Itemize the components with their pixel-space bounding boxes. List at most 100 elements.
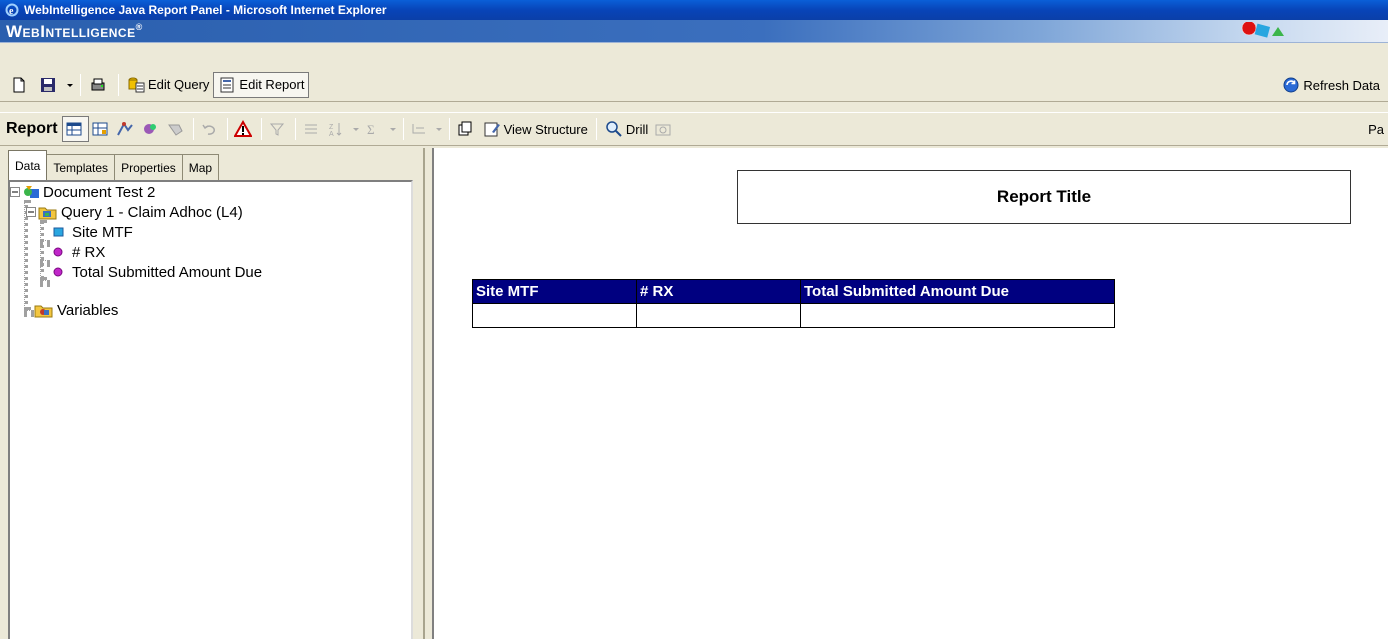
format-tool-button[interactable] (139, 116, 164, 142)
chart-tool-button[interactable] (114, 116, 139, 142)
variables-folder-icon (34, 305, 53, 318)
tree-label-object: Site MTF (72, 223, 133, 241)
toolbar-separator (118, 73, 119, 96)
table-tool-icon (66, 122, 82, 136)
undo-button[interactable] (198, 116, 223, 142)
tree-label-object: # RX (72, 243, 106, 261)
edit-report-button[interactable]: Edit Report (213, 71, 310, 98)
measure-icon (53, 267, 63, 277)
tree-label-object: Total Submitted Amount Due (72, 263, 263, 281)
measure-icon (53, 247, 63, 257)
tree-line (24, 310, 34, 314)
window-titlebar: e WebIntelligence Java Report Panel - Mi… (0, 0, 1388, 20)
crosstab-tool-icon (92, 122, 108, 136)
tree-item-site-mtf[interactable]: Site MTF (52, 222, 133, 242)
table-cell[interactable] (472, 303, 637, 328)
sort-button[interactable]: ZA (325, 116, 350, 142)
save-button[interactable] (35, 72, 64, 98)
table-row (472, 303, 1115, 328)
tab-properties[interactable]: Properties (114, 154, 183, 180)
query-folder-icon (38, 207, 57, 220)
tree-item-document[interactable]: Document Test 2 (10, 182, 155, 202)
report-title-cell[interactable]: Report Title (737, 170, 1351, 224)
chevron-down-icon (389, 128, 396, 131)
save-dropdown-button[interactable] (64, 72, 76, 98)
undo-icon (201, 124, 215, 135)
tab-map[interactable]: Map (181, 154, 220, 180)
save-icon (41, 77, 55, 92)
collapse-icon[interactable] (26, 207, 36, 217)
tree-item-variables[interactable]: Variables (34, 300, 118, 320)
report-title: Report Title (996, 187, 1092, 206)
print-button[interactable] (85, 72, 114, 98)
sum-dropdown-button[interactable] (387, 116, 399, 142)
tree-line (40, 240, 50, 244)
duplicate-icon (458, 121, 472, 136)
collapse-icon[interactable] (10, 187, 20, 197)
new-document-button[interactable] (6, 72, 35, 98)
insert-column-button[interactable] (408, 116, 433, 142)
left-panel-tabs: Data Templates Properties Map (8, 150, 220, 180)
page-label: Pa (1368, 122, 1384, 137)
refresh-data-button[interactable]: Refresh Data (1282, 72, 1380, 98)
filter-icon (269, 123, 284, 136)
svg-text:e: e (9, 6, 14, 17)
toolbar-separator (595, 118, 597, 140)
break-button[interactable] (300, 116, 325, 142)
view-structure-button[interactable]: View Structure (479, 116, 592, 142)
sum-button[interactable]: Σ (362, 116, 387, 142)
tab-templates[interactable]: Templates (46, 154, 116, 180)
drill-button[interactable]: Drill (601, 116, 652, 142)
refresh-icon (1283, 77, 1299, 93)
chevron-down-icon (435, 128, 442, 131)
tree-item-rx[interactable]: # RX (52, 242, 105, 262)
brand-logo: WebIntelligence® (6, 22, 143, 41)
dimension-icon (53, 227, 64, 237)
duplicate-button[interactable] (454, 116, 479, 142)
tree-line (40, 260, 50, 264)
snapshot-button[interactable] (652, 116, 677, 142)
document-icon (24, 186, 39, 198)
toolbar-separator (294, 118, 296, 140)
sort-icon: ZA (329, 123, 341, 138)
report-table[interactable]: Site MTF # RX Total Submitted Amount Due (472, 279, 1115, 328)
toolbar-gap (0, 103, 1388, 112)
insert-column-icon (412, 124, 425, 134)
toolbar-separator (448, 118, 450, 140)
warning-icon (233, 120, 252, 137)
table-tool-button[interactable] (61, 116, 89, 142)
svg-text:Σ: Σ (367, 122, 375, 137)
filter-button[interactable] (266, 116, 291, 142)
edit-report-icon (220, 77, 234, 92)
window-title: WebIntelligence Java Report Panel - Micr… (24, 3, 387, 17)
internet-explorer-icon: e (4, 2, 20, 18)
tree-item-query[interactable]: Query 1 - Claim Adhoc (L4) (26, 202, 243, 222)
svg-text:A: A (329, 131, 334, 138)
tree-item-total-submitted[interactable]: Total Submitted Amount Due (52, 262, 262, 282)
column-header[interactable]: Total Submitted Amount Due (800, 279, 1115, 304)
insert-dropdown-button[interactable] (433, 116, 445, 142)
ranking-tool-button[interactable] (164, 116, 189, 142)
edit-query-icon (128, 77, 145, 92)
table-cell[interactable] (636, 303, 801, 328)
toolbar-separator (80, 73, 81, 96)
left-panel: Data Templates Properties Map Document T… (0, 148, 425, 639)
ranking-tool-icon (167, 124, 183, 136)
data-tree: Document Test 2 Query 1 - Claim Adhoc (L… (8, 180, 413, 639)
table-cell[interactable] (800, 303, 1115, 328)
sum-icon: Σ (367, 122, 375, 137)
sort-dropdown-button[interactable] (350, 116, 362, 142)
svg-text:Z: Z (329, 124, 334, 131)
crosstab-tool-button[interactable] (89, 116, 114, 142)
refresh-data-label: Refresh Data (1303, 77, 1380, 93)
report-toolbar-label: Report (6, 120, 58, 137)
main-toolbar: Edit Query Edit Report Refresh Data (0, 68, 1388, 102)
table-header-row: Site MTF # RX Total Submitted Amount Due (472, 279, 1115, 304)
column-header[interactable]: Site MTF (472, 279, 637, 304)
edit-query-button[interactable]: Edit Query (123, 72, 213, 98)
column-header[interactable]: # RX (636, 279, 801, 304)
alerter-button[interactable] (232, 116, 257, 142)
chart-tool-icon (116, 122, 133, 136)
tab-data[interactable]: Data (8, 150, 48, 180)
snapshot-icon (655, 124, 671, 136)
